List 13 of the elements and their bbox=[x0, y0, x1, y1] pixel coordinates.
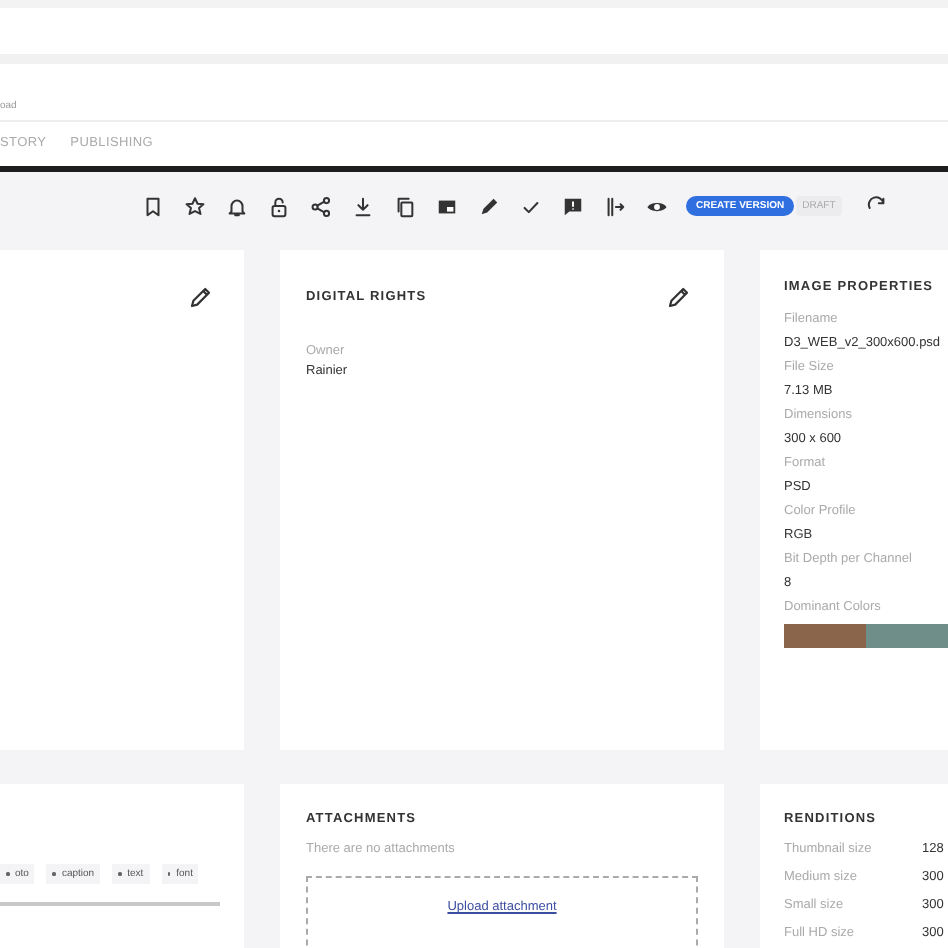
padlock-icon[interactable] bbox=[268, 195, 290, 217]
download-icon[interactable] bbox=[352, 195, 374, 217]
exit-icon[interactable] bbox=[604, 195, 626, 217]
bookmark-icon[interactable] bbox=[142, 195, 164, 217]
window-icon[interactable] bbox=[436, 195, 458, 217]
copy-icon[interactable] bbox=[394, 195, 416, 217]
bell-icon[interactable] bbox=[226, 195, 248, 217]
pencil-icon[interactable] bbox=[478, 195, 500, 217]
edit-icon[interactable] bbox=[188, 286, 212, 310]
comment-icon[interactable] bbox=[562, 195, 584, 217]
share-icon[interactable] bbox=[310, 195, 332, 217]
star-icon[interactable] bbox=[184, 195, 206, 217]
edit-icon[interactable] bbox=[666, 286, 690, 310]
